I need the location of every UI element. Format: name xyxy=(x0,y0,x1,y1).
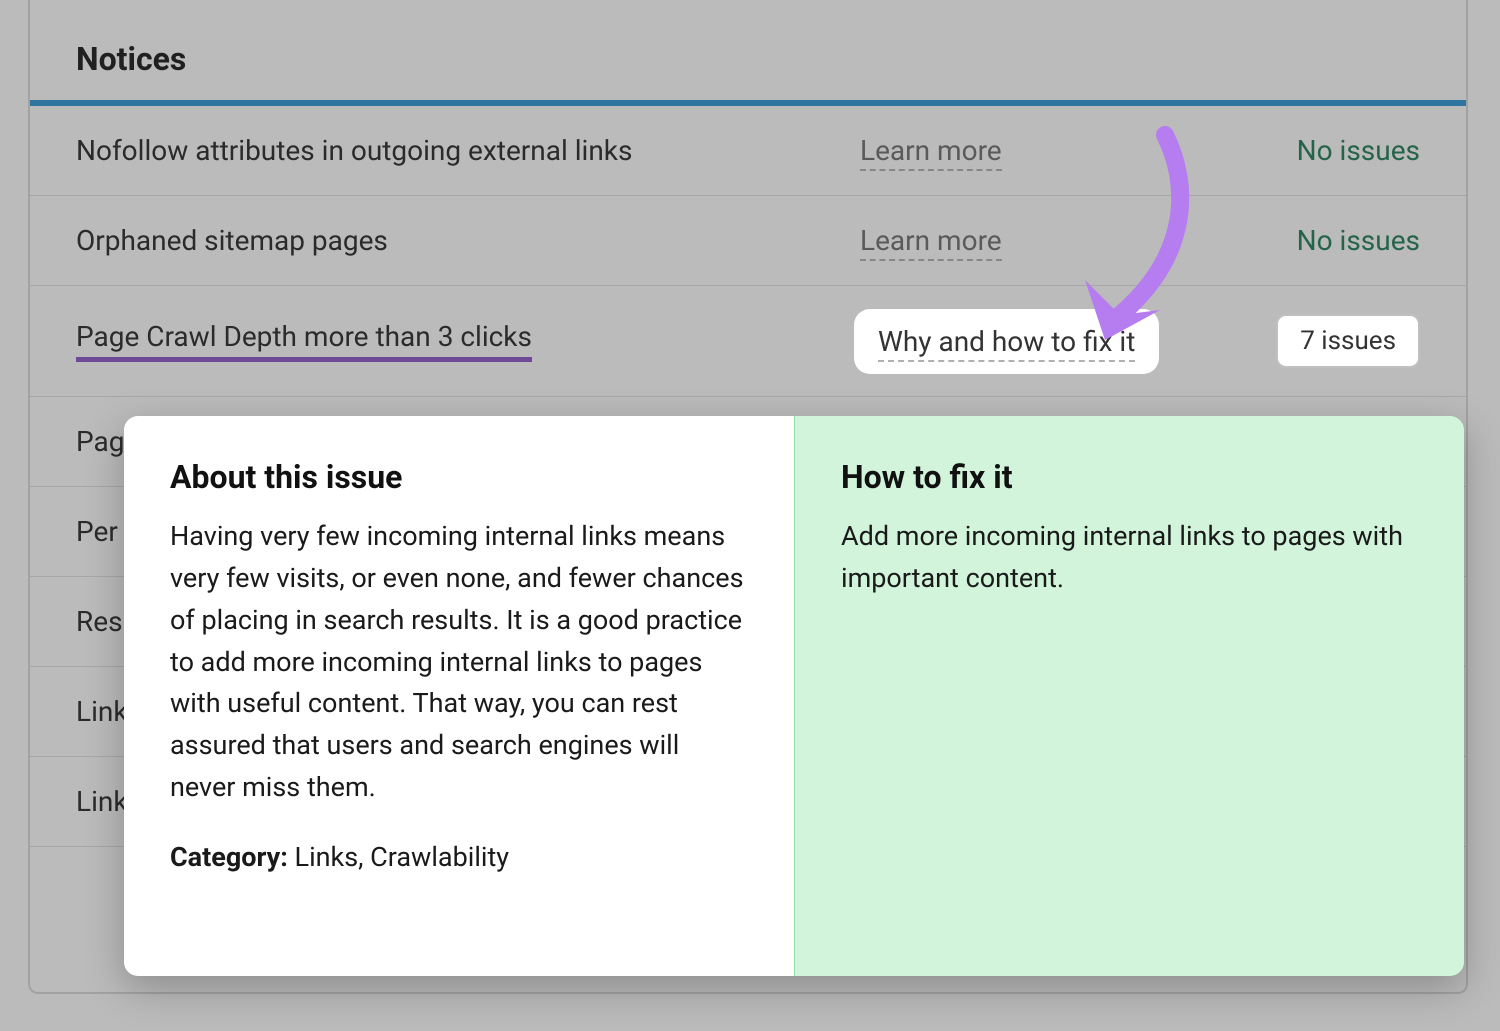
issues-count-badge[interactable]: 7 issues xyxy=(1276,314,1420,368)
notice-status: No issues xyxy=(1220,134,1420,167)
notice-title: Orphaned sitemap pages xyxy=(76,224,860,257)
notice-link-cell: Why and how to fix it xyxy=(860,315,1220,368)
notice-title: Nofollow attributes in outgoing external… xyxy=(76,134,860,167)
popup-fix-panel: How to fix it Add more incoming internal… xyxy=(794,416,1464,976)
notice-row: Nofollow attributes in outgoing external… xyxy=(30,106,1466,196)
notice-row: Orphaned sitemap pages Learn more No iss… xyxy=(30,196,1466,286)
learn-more-link[interactable]: Learn more xyxy=(860,134,1002,171)
about-heading: About this issue xyxy=(170,458,748,496)
why-fix-link[interactable]: Why and how to fix it xyxy=(878,325,1135,362)
notice-status: 7 issues xyxy=(1220,314,1420,368)
notice-title-underlined: Page Crawl Depth more than 3 clicks xyxy=(76,320,532,362)
why-fix-highlight-box: Why and how to fix it xyxy=(860,315,1153,368)
notice-link-cell: Learn more xyxy=(860,224,1220,257)
notice-title: Page Crawl Depth more than 3 clicks xyxy=(76,320,860,362)
section-heading: Notices xyxy=(30,0,1466,106)
fix-body: Add more incoming internal links to page… xyxy=(841,516,1418,600)
notice-status: No issues xyxy=(1220,224,1420,257)
notice-link-cell: Learn more xyxy=(860,134,1220,167)
category-value: Links, Crawlability xyxy=(295,841,510,873)
issue-details-popup: About this issue Having very few incomin… xyxy=(124,416,1464,976)
learn-more-link[interactable]: Learn more xyxy=(860,224,1002,261)
fix-heading: How to fix it xyxy=(841,458,1418,496)
category-line: Category: Links, Crawlability xyxy=(170,837,748,879)
notice-row-highlighted: Page Crawl Depth more than 3 clicks Why … xyxy=(30,286,1466,397)
popup-about-panel: About this issue Having very few incomin… xyxy=(124,416,794,976)
category-label: Category: xyxy=(170,841,288,873)
about-body: Having very few incoming internal links … xyxy=(170,516,748,809)
